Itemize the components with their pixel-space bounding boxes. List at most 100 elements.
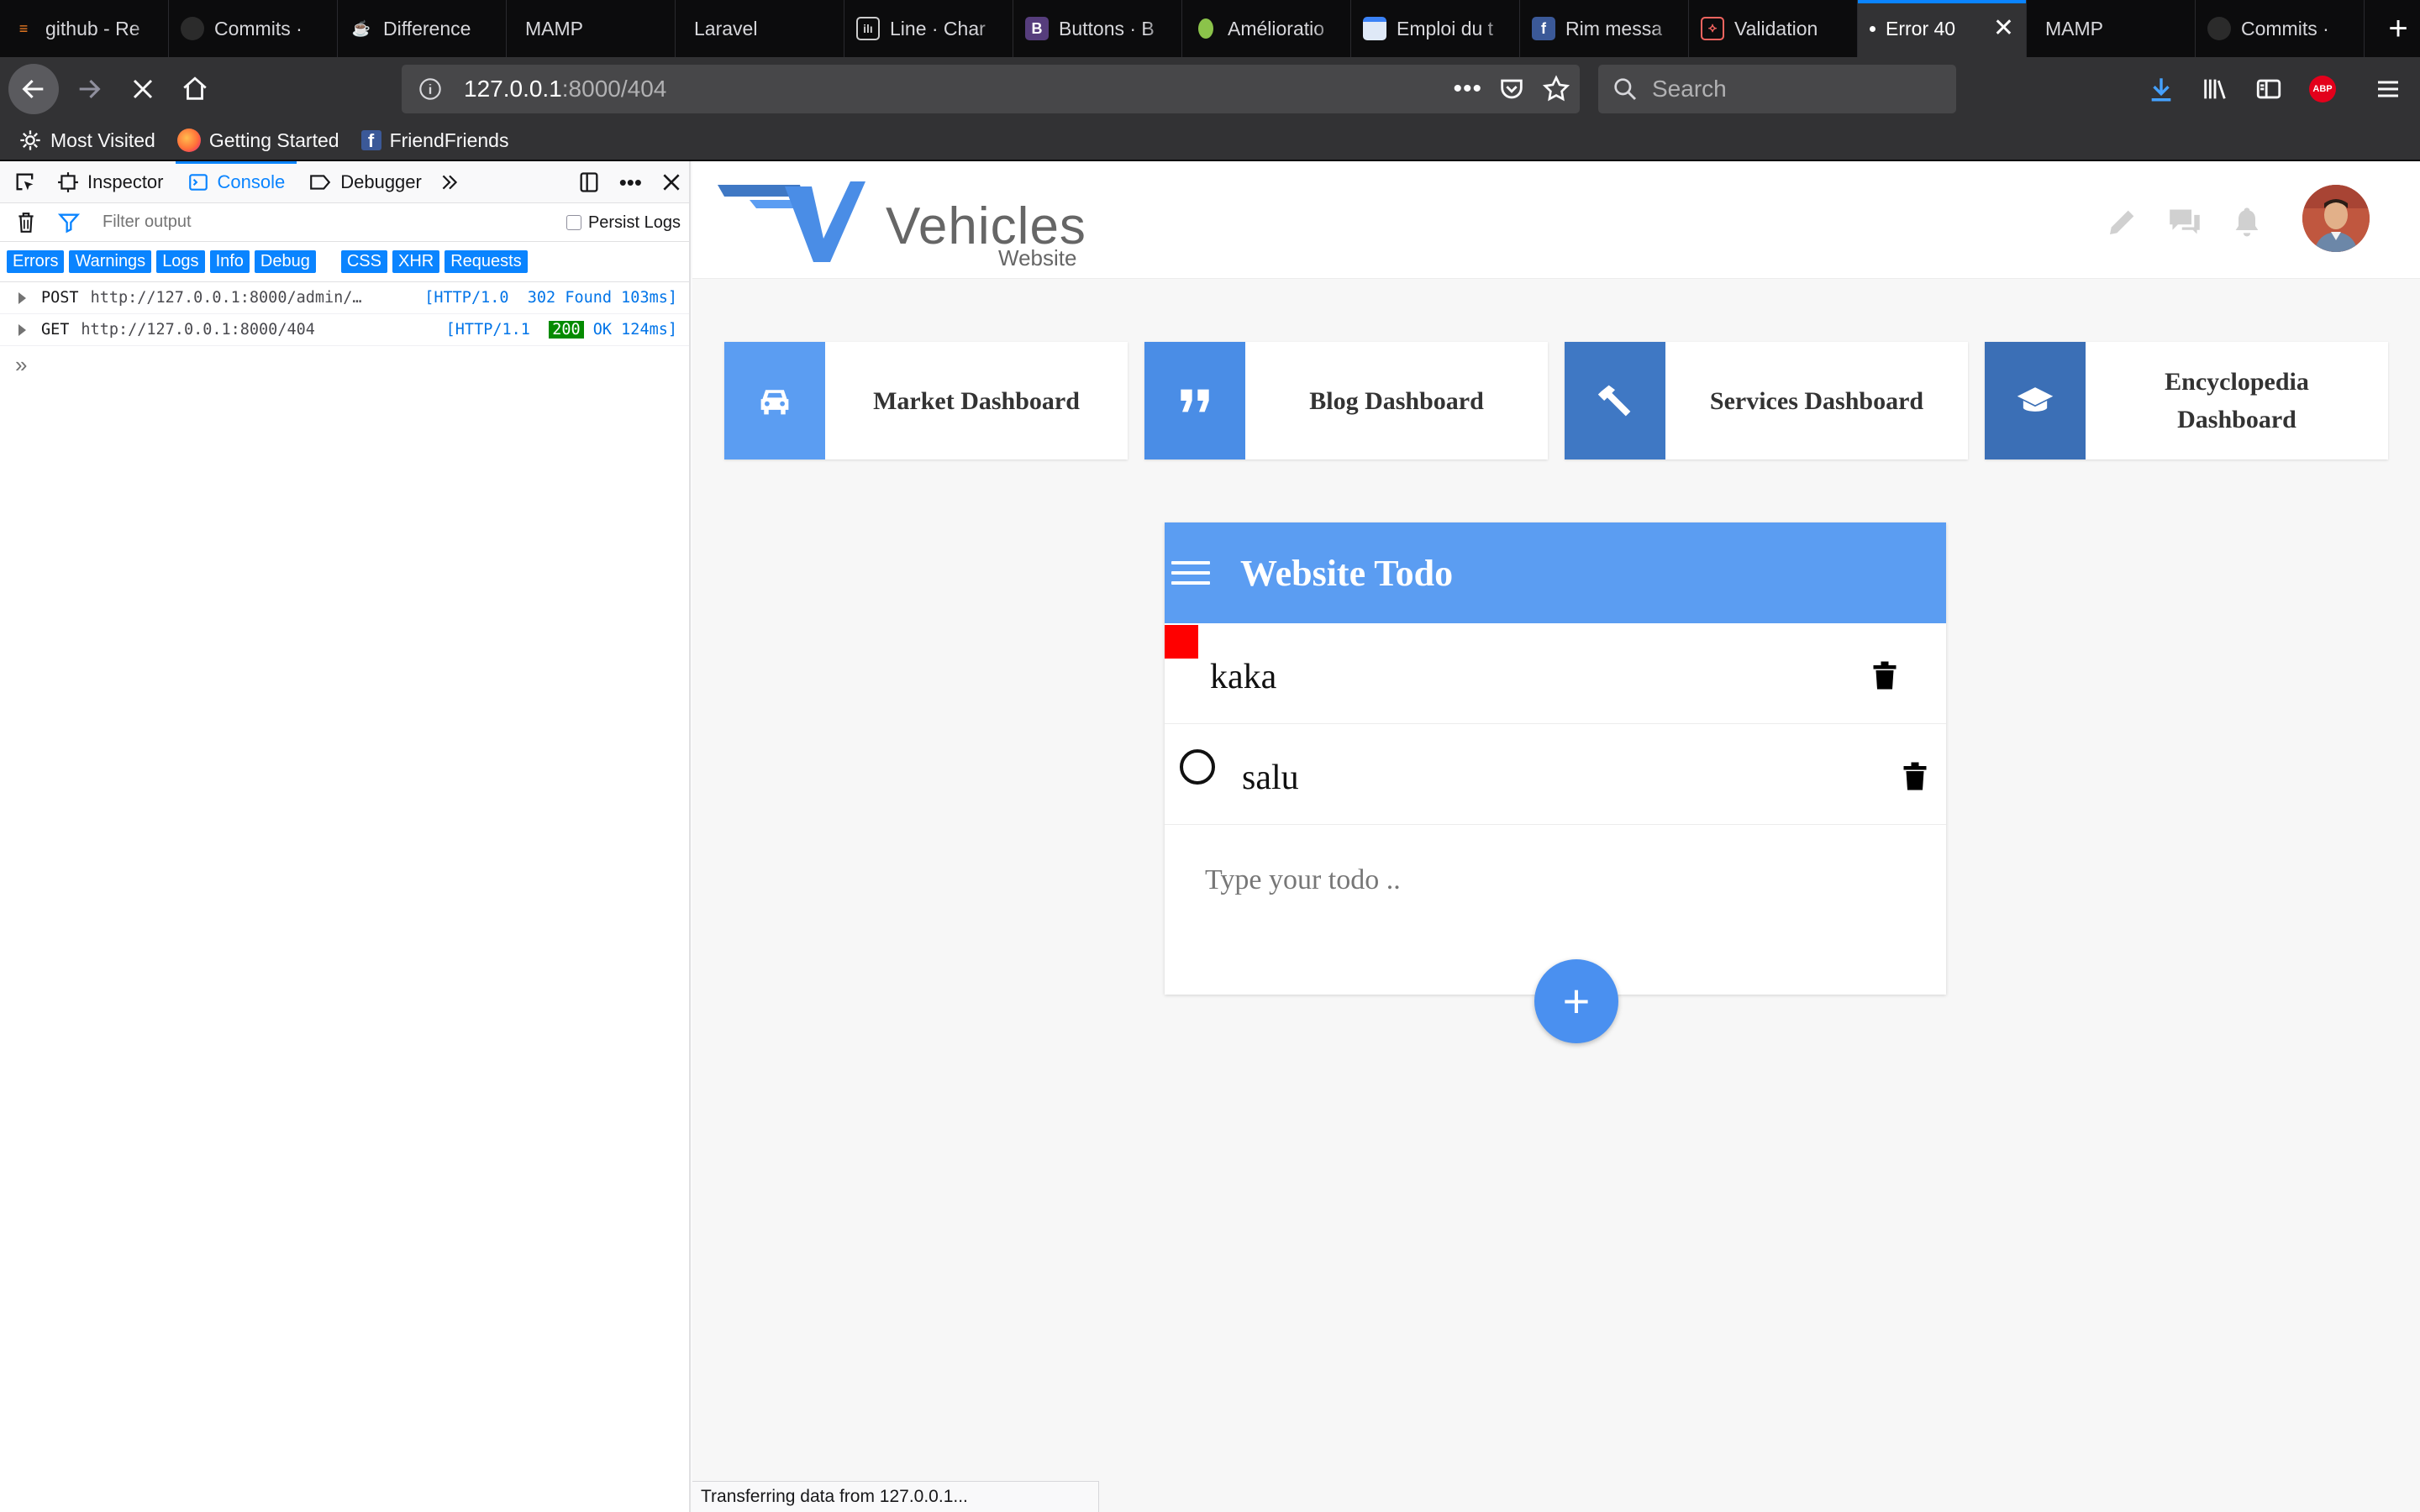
done-marker[interactable] [1165,625,1198,659]
site-logo[interactable]: Vehicles Website [716,178,1086,270]
tab-laravel[interactable]: Laravel [676,0,844,57]
element-picker-button[interactable] [0,161,45,203]
market-dashboard-card[interactable]: Market Dashboard [724,342,1128,459]
todo-item[interactable]: kaka [1165,623,1946,724]
add-todo-button[interactable]: + [1534,959,1618,1043]
filter-logs[interactable]: Logs [156,250,205,273]
search-bar[interactable]: Search [1598,65,1956,113]
back-button[interactable] [8,64,59,114]
hamburger-icon [2378,81,2398,97]
messages-button[interactable] [2166,203,2203,240]
new-tab-button[interactable]: + [2376,0,2420,57]
expand-triangle-icon[interactable] [18,323,26,336]
tab-console[interactable]: Console [175,160,297,203]
url-bar[interactable]: 127.0.0.1:8000/404 ••• [402,65,1580,113]
console-input-prompt[interactable]: » [0,346,689,383]
coffee-icon: ☕ [351,19,371,37]
downloads-button[interactable] [2138,64,2185,114]
tab-mamp[interactable]: MAMP [507,0,676,57]
bootstrap-icon: B [1025,17,1049,40]
github-icon [2207,17,2231,40]
persist-logs-toggle[interactable]: Persist Logs [566,203,681,242]
sidebar-button[interactable] [2245,64,2292,114]
filter-css[interactable]: CSS [340,250,387,273]
filter-info[interactable]: Info [209,250,250,273]
todo-header: Website Todo [1165,522,1946,623]
trash-icon[interactable] [1872,660,1897,690]
vehicles-logo-icon [718,181,865,262]
console-log-row[interactable]: GET http://127.0.0.1:8000/404 [HTTP/1.1 … [0,314,689,346]
sidebar-icon [2256,79,2281,99]
close-tab-icon[interactable]: ✕ [1993,16,2014,41]
filter-warnings[interactable]: Warnings [69,250,152,273]
services-dashboard-card[interactable]: Services Dashboard [1565,342,1968,459]
facebook-icon: f [1532,17,1555,40]
chart-icon: ilı [856,17,880,40]
edit-button[interactable] [2104,203,2141,240]
filter-input[interactable] [103,213,439,232]
bookmark-friendfriends[interactable]: f FriendFriends [360,129,508,152]
tab-buttons[interactable]: B Buttons · B [1013,0,1182,57]
trash-icon[interactable] [15,211,37,234]
devtools-panel: Inspector Console Debugger ••• Persist L… [0,160,691,1512]
page-viewport: Vehicles Website Market Dashboard Blog D… [692,161,2420,1512]
todo-item[interactable]: salu [1165,724,1946,825]
debugger-icon [310,174,331,190]
filter-icon[interactable] [57,211,81,234]
menu-button[interactable] [2365,64,2412,114]
home-icon [183,76,207,100]
tab-commits-2[interactable]: Commits · [2196,0,2365,57]
close-icon[interactable] [660,171,682,193]
expand-triangle-icon[interactable] [18,291,26,304]
console-log-row[interactable]: POST http://127.0.0.1:8000/admin/… [HTTP… [0,282,689,314]
bookmark-star-icon[interactable] [1541,74,1571,104]
persist-logs-checkbox[interactable] [566,215,581,230]
todo-title: Website Todo [1240,552,1454,594]
download-arrow-icon [2151,78,2171,102]
bookmark-most-visited[interactable]: Most Visited [18,129,155,152]
dock-icon[interactable] [577,171,601,194]
stop-button[interactable] [118,64,168,114]
pocket-icon[interactable] [1497,75,1526,103]
tab-validation[interactable]: ⟡ Validation [1689,0,1858,57]
request-meta: [HTTP/1.1 200 OK 124ms] [445,321,677,339]
tab-github[interactable]: ≡ github - Re [0,0,169,57]
user-photo-icon [2302,185,2370,252]
tab-inspector[interactable]: Inspector [45,161,176,203]
bookmark-getting-started[interactable]: Getting Started [176,129,339,152]
trash-icon[interactable] [1902,761,1928,791]
adblock-button[interactable]: ABP [2299,64,2346,114]
todo-checkbox-circle[interactable] [1180,749,1215,785]
more-tools-button[interactable] [434,161,466,203]
forward-button[interactable] [64,64,114,114]
notifications-button[interactable] [2228,203,2265,240]
filter-requests[interactable]: Requests [445,250,528,273]
request-meta: [HTTP/1.0 302 Found 103ms] [424,289,677,307]
hamburger-icon[interactable] [1171,558,1210,588]
encyclopedia-dashboard-card[interactable]: Encyclopedia Dashboard [1985,342,2388,459]
tab-debugger[interactable]: Debugger [297,161,434,203]
status-bar: Transferring data from 127.0.0.1... [692,1481,1099,1512]
tab-error-404[interactable]: Error 40 ✕ [1858,0,2027,57]
info-icon[interactable] [418,77,442,101]
filter-xhr[interactable]: XHR [392,250,440,273]
home-button[interactable] [170,64,220,114]
arrow-left-icon [22,79,44,99]
library-button[interactable] [2191,64,2238,114]
filter-debug[interactable]: Debug [254,250,316,273]
tab-commits[interactable]: Commits · [169,0,338,57]
blog-dashboard-card[interactable]: Blog Dashboard [1144,342,1548,459]
tab-emploi[interactable]: Emploi du t [1351,0,1520,57]
avatar[interactable] [2302,185,2370,252]
tab-line-chart[interactable]: ilı Line · Char [844,0,1013,57]
tab-rim-messages[interactable]: f Rim messa [1520,0,1689,57]
tab-difference[interactable]: ☕ Difference [338,0,507,57]
more-options-icon[interactable]: ••• [619,170,642,196]
graduation-cap-icon [1985,342,2086,459]
page-actions-icon[interactable]: ••• [1453,75,1482,103]
tab-amelioration[interactable]: Amélioratio [1182,0,1351,57]
tab-mamp-2[interactable]: MAMP [2027,0,2196,57]
todo-input[interactable] [1205,855,1877,906]
arrow-right-icon [79,79,101,99]
filter-errors[interactable]: Errors [7,250,65,273]
